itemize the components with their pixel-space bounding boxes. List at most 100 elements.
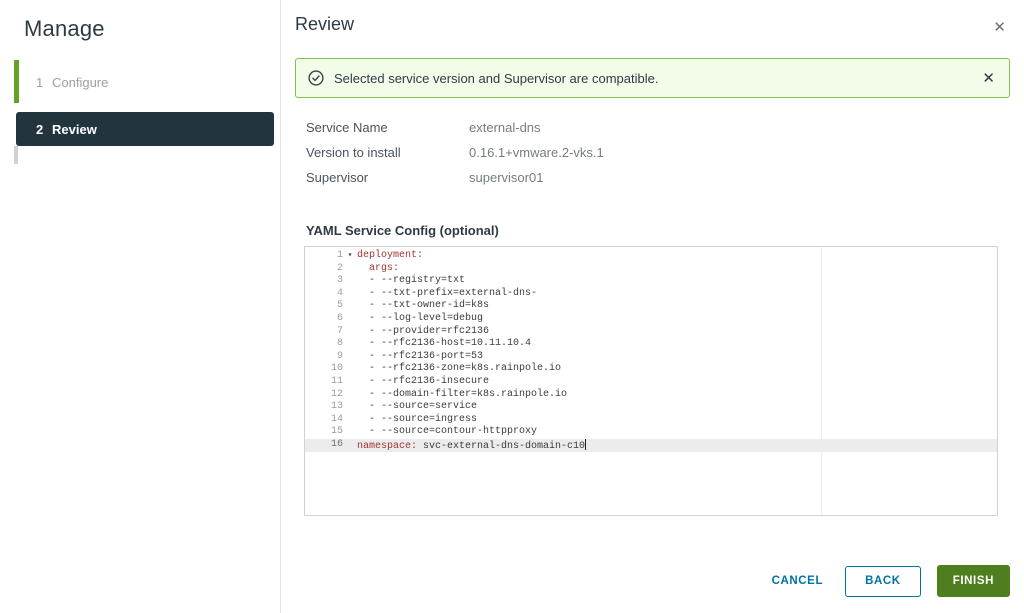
fold-spacer [343,326,357,339]
alert-message: Selected service version and Supervisor … [334,71,978,86]
fold-spacer [343,338,357,351]
panel-header: Review ✕ [295,14,1010,37]
yaml-value: - --rfc2136-zone=k8s.rainpole.io [357,363,561,374]
code-line[interactable]: 1▾deployment: [305,250,997,263]
code-line[interactable]: 6 - --log-level=debug [305,313,997,326]
step-item-review[interactable]: 2 Review [16,112,274,146]
fold-spacer [343,263,357,276]
field-label: Supervisor [306,170,469,185]
code-text: - --rfc2136-host=10.11.10.4 [357,338,997,351]
code-line[interactable]: 2 args: [305,263,997,276]
field-value: external-dns [469,120,541,135]
line-number: 11 [305,376,343,389]
yaml-editor[interactable]: 1▾deployment:2 args:3 - --registry=txt4 … [304,246,998,516]
yaml-value: - --source=ingress [357,414,477,425]
code-line[interactable]: 3 - --registry=txt [305,275,997,288]
fold-spacer [343,275,357,288]
code-text: - --registry=txt [357,275,997,288]
fold-spacer [343,389,357,402]
text-caret [585,439,586,450]
close-icon: ✕ [982,70,995,87]
code-text: - --source=service [357,401,997,414]
close-icon: ✕ [993,19,1006,36]
yaml-value: svc-external-dns-domain-c10 [417,441,585,452]
yaml-config-label: YAML Service Config (optional) [306,223,1010,238]
line-number: 1 [305,250,343,263]
fold-spacer [343,351,357,364]
field-row-supervisor: Supervisor supervisor01 [306,165,1010,190]
yaml-value: - --log-level=debug [357,313,483,324]
success-alert: Selected service version and Supervisor … [295,58,1010,98]
line-number: 13 [305,401,343,414]
action-buttons: CANCEL BACK FINISH [766,565,1010,597]
step-item-configure[interactable]: 1 Configure [14,60,274,105]
cancel-button[interactable]: CANCEL [766,567,830,595]
code-text: - --rfc2136-zone=k8s.rainpole.io [357,363,997,376]
line-number: 10 [305,363,343,376]
code-line[interactable]: 13 - --source=service [305,401,997,414]
line-number: 2 [305,263,343,276]
fold-spacer [343,376,357,389]
line-number: 3 [305,275,343,288]
yaml-value: - --rfc2136-insecure [357,376,489,387]
code-text: - --source=contour-httpproxy [357,426,997,439]
finish-button[interactable]: FINISH [937,565,1010,597]
step-number: 2 [36,122,52,137]
yaml-code-lines: 1▾deployment:2 args:3 - --registry=txt4 … [305,250,997,452]
yaml-value: - --source=service [357,401,477,412]
code-text: - --log-level=debug [357,313,997,326]
field-row-version: Version to install 0.16.1+vmware.2-vks.1 [306,140,1010,165]
alert-close-button[interactable]: ✕ [978,69,999,88]
line-number: 8 [305,338,343,351]
dialog-title: Manage [24,16,280,42]
field-row-service-name: Service Name external-dns [306,115,1010,140]
code-line[interactable]: 8 - --rfc2136-host=10.11.10.4 [305,338,997,351]
code-line[interactable]: 9 - --rfc2136-port=53 [305,351,997,364]
code-text: args: [357,263,997,276]
code-line[interactable]: 10 - --rfc2136-zone=k8s.rainpole.io [305,363,997,376]
code-text: - --rfc2136-insecure [357,376,997,389]
wizard-sidebar: Manage 1 Configure 2 Review [0,0,281,613]
check-circle-icon [308,70,324,86]
yaml-indent [357,263,369,274]
code-line[interactable]: 15 - --source=contour-httpproxy [305,426,997,439]
code-line[interactable]: 16 namespace: svc-external-dns-domain-c10 [305,439,997,452]
code-text: - --txt-prefix=external-dns- [357,288,997,301]
code-line[interactable]: 14 - --source=ingress [305,414,997,427]
yaml-value: - --rfc2136-host=10.11.10.4 [357,338,531,349]
fold-caret-icon[interactable]: ▾ [343,250,357,263]
line-number: 16 [305,439,343,452]
code-line[interactable]: 4 - --txt-prefix=external-dns- [305,288,997,301]
field-label: Service Name [306,120,469,135]
line-number: 15 [305,426,343,439]
dialog-close-button[interactable]: ✕ [989,18,1010,37]
yaml-key: args: [369,263,399,274]
fold-spacer [343,414,357,427]
field-value: 0.16.1+vmware.2-vks.1 [469,145,604,160]
yaml-value: - --txt-prefix=external-dns- [357,288,537,299]
wizard-steps: 1 Configure 2 Review [0,60,280,164]
code-line[interactable]: 12 - --domain-filter=k8s.rainpole.io [305,389,997,402]
fold-spacer [343,313,357,326]
step-rail-stub [14,146,18,164]
page-title: Review [295,14,354,35]
yaml-value: - --provider=rfc2136 [357,326,489,337]
field-value: supervisor01 [469,170,543,185]
step-label: Configure [52,75,108,90]
code-text: namespace: svc-external-dns-domain-c10 [357,439,997,452]
yaml-value: - --registry=txt [357,275,465,286]
code-line[interactable]: 11 - --rfc2136-insecure [305,376,997,389]
code-line[interactable]: 7 - --provider=rfc2136 [305,326,997,339]
line-number: 6 [305,313,343,326]
code-text: - --source=ingress [357,414,997,427]
fold-spacer [343,363,357,376]
yaml-key: namespace: [357,441,417,452]
fold-spacer [343,439,357,452]
code-line[interactable]: 5 - --txt-owner-id=k8s [305,300,997,313]
fold-spacer [343,426,357,439]
back-button[interactable]: BACK [845,566,921,597]
fold-spacer [343,288,357,301]
code-text: - --provider=rfc2136 [357,326,997,339]
field-label: Version to install [306,145,469,160]
line-number: 4 [305,288,343,301]
